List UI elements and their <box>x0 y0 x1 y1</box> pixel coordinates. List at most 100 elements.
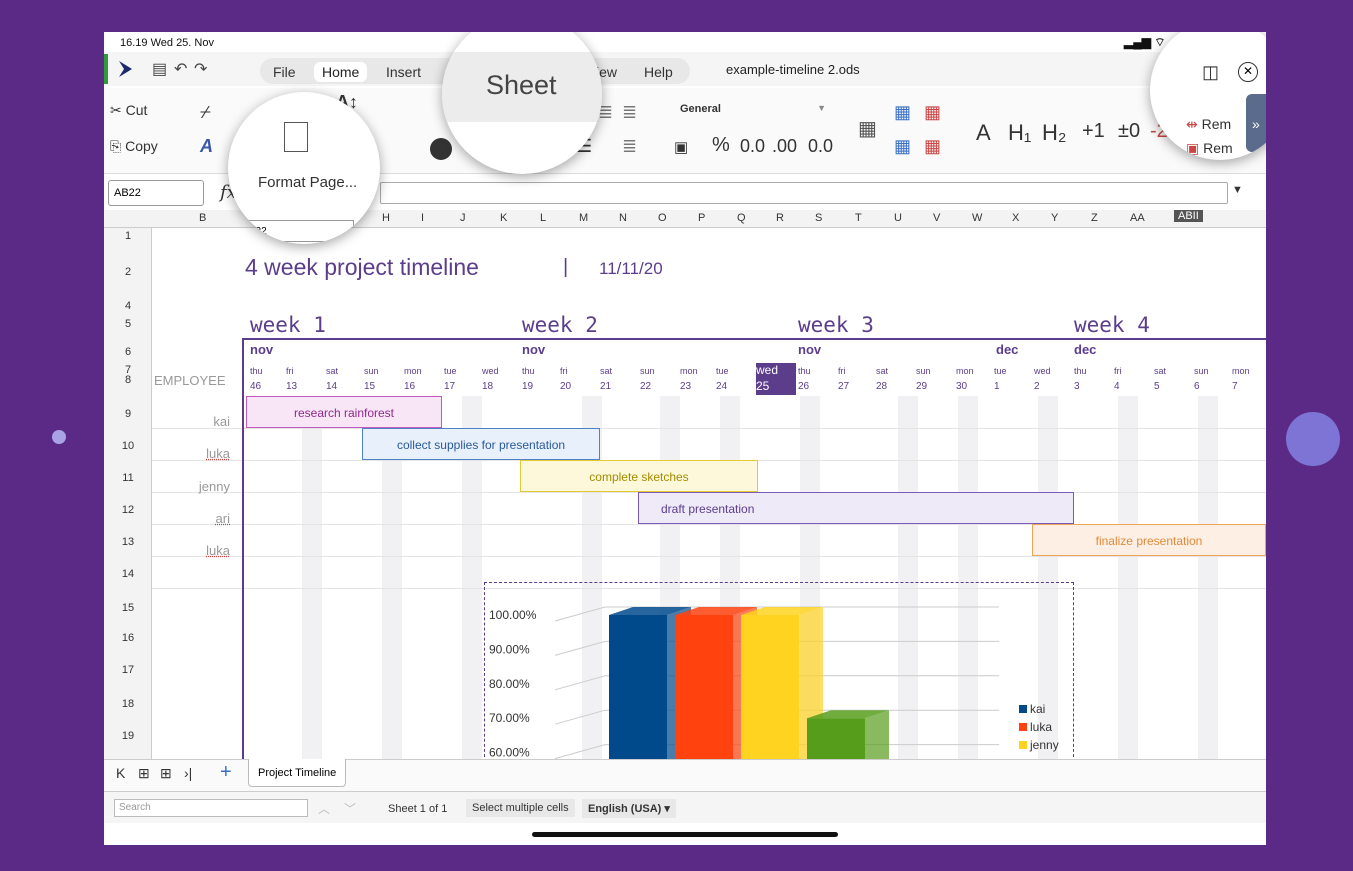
column-header[interactable]: W <box>972 212 982 224</box>
column-header[interactable]: T <box>855 212 862 224</box>
sidebar-toggle-icon[interactable]: ◫ <box>1202 62 1219 83</box>
bar-chart[interactable]: 100.00%90.00%80.00%70.00%60.00%50.00%kai… <box>484 582 1074 794</box>
column-header[interactable]: I <box>421 212 424 224</box>
row-header[interactable]: 2 <box>104 266 152 278</box>
column-header[interactable]: Y <box>1051 212 1058 224</box>
cut-button[interactable]: ✂ Cut <box>110 102 147 119</box>
delete-rows-icon[interactable]: ▦ <box>924 102 941 123</box>
number-format-dec1[interactable]: 0.0 <box>740 136 765 157</box>
row-header[interactable]: 14 <box>104 568 152 580</box>
selection-mode[interactable]: Select multiple cells <box>466 799 575 817</box>
column-header[interactable]: K <box>500 212 507 224</box>
row-header[interactable]: 13 <box>104 536 152 548</box>
menu-insert[interactable]: Insert <box>386 64 421 80</box>
row-header[interactable]: 10 <box>104 440 152 452</box>
menu-home[interactable]: Home <box>314 62 368 82</box>
task-bar[interactable]: collect supplies for presentation <box>362 428 600 460</box>
language-select[interactable]: English (USA) ▾ <box>582 799 676 818</box>
cell-shadow-icon[interactable] <box>430 138 452 160</box>
first-sheet-icon[interactable]: K <box>116 765 125 781</box>
search-next-icon[interactable]: ﹀ <box>344 800 356 817</box>
close-icon[interactable]: ✕ <box>1238 62 1258 82</box>
copy-button[interactable]: ⎘ Copy <box>110 138 158 155</box>
name-box[interactable]: AB22 <box>108 180 204 206</box>
column-header[interactable]: M <box>579 212 588 224</box>
heading1-button[interactable]: H₁ <box>1008 120 1031 146</box>
search-input[interactable]: Search <box>114 799 308 817</box>
column-header[interactable]: B <box>199 212 206 224</box>
number-format-select[interactable]: General ▼ <box>674 99 834 121</box>
remove-decimal-button[interactable]: 0.0 <box>808 136 833 157</box>
row-header[interactable]: 19 <box>104 730 152 742</box>
last-sheet-icon[interactable]: ›| <box>184 765 192 781</box>
font-color-icon[interactable]: A <box>200 136 213 157</box>
column-header[interactable]: S <box>815 212 822 224</box>
column-header[interactable]: J <box>460 212 466 224</box>
row-header[interactable]: 15 <box>104 602 152 614</box>
row-header[interactable]: 1 <box>104 230 152 242</box>
column-header[interactable]: H <box>382 212 390 224</box>
plus1-button[interactable]: +1 <box>1082 120 1105 143</box>
day-number: 28 <box>876 381 888 392</box>
save-icon[interactable]: ▤ <box>152 59 167 79</box>
heading2-button[interactable]: H₂ <box>1042 120 1066 146</box>
prev-sheet-icon[interactable]: ⊞ <box>138 765 150 782</box>
column-header[interactable]: U <box>894 212 902 224</box>
delete-cols-icon[interactable]: ▦ <box>924 136 941 157</box>
column-header[interactable]: N <box>619 212 627 224</box>
row-header[interactable]: 6 <box>104 346 152 358</box>
insert-cols-icon[interactable]: ▦ <box>894 136 911 157</box>
text-style-a-button[interactable]: A <box>976 120 991 146</box>
row-header[interactable]: 18 <box>104 698 152 710</box>
column-header[interactable]: R <box>776 212 784 224</box>
column-header[interactable]: X <box>1012 212 1019 224</box>
row-header[interactable]: 12 <box>104 504 152 516</box>
bar-ari[interactable] <box>807 710 889 783</box>
day-number: 2 <box>1034 381 1040 392</box>
format-page-button[interactable]: Format Page... <box>258 174 357 191</box>
add-sheet-icon[interactable]: + <box>220 761 232 784</box>
outdent-icon[interactable]: ≣ <box>622 102 637 123</box>
expand-sidebar-button[interactable]: » <box>1246 94 1266 152</box>
remove-button-2[interactable]: ▣ Rem <box>1186 140 1233 157</box>
column-header[interactable]: Q <box>737 212 746 224</box>
next-sheet-icon[interactable]: ⊞ <box>160 765 172 782</box>
sheet-icon[interactable]: ▦ <box>858 116 877 141</box>
row-header[interactable]: 11 <box>104 472 152 484</box>
row-header[interactable]: 16 <box>104 632 152 644</box>
sheet-tab[interactable]: Project Timeline <box>248 759 347 787</box>
task-bar[interactable]: finalize presentation <box>1032 524 1266 556</box>
menu-sheet[interactable]: Sheet <box>486 70 557 101</box>
column-header[interactable]: O <box>658 212 667 224</box>
wrap-icon[interactable]: ≣ <box>622 136 637 157</box>
column-header[interactable]: Z <box>1091 212 1098 224</box>
row-header[interactable]: 17 <box>104 664 152 676</box>
search-prev-icon[interactable]: ︿ <box>318 800 330 817</box>
pm0-button[interactable]: ±0 <box>1118 120 1140 143</box>
row-header[interactable]: 8 <box>104 374 152 386</box>
add-decimal-button[interactable]: .00 <box>772 136 797 157</box>
row-header[interactable]: 4 <box>104 300 152 312</box>
column-header[interactable]: P <box>698 212 705 224</box>
percent-button[interactable]: % <box>712 134 730 157</box>
expand-formula-icon[interactable]: ▼ <box>1232 184 1243 196</box>
column-header[interactable]: AA <box>1130 212 1145 224</box>
currency-icon[interactable]: ▣ <box>674 138 688 156</box>
column-header[interactable]: L <box>540 212 546 224</box>
task-bar[interactable]: research rainforest <box>246 396 442 428</box>
redo-icon[interactable]: ↷ <box>194 59 207 79</box>
device-dot-right <box>1286 412 1340 466</box>
menu-file[interactable]: File <box>273 64 296 80</box>
menu-help[interactable]: Help <box>644 64 673 80</box>
insert-rows-icon[interactable]: ▦ <box>894 102 911 123</box>
row-header[interactable]: 5 <box>104 318 152 330</box>
task-bar[interactable]: complete sketches <box>520 460 758 492</box>
formula-input[interactable] <box>380 182 1228 204</box>
task-bar[interactable]: draft presentation <box>638 492 1074 524</box>
row-header[interactable]: 9 <box>104 408 152 420</box>
clear-format-icon[interactable]: ⌿ <box>200 102 211 123</box>
remove-button-1[interactable]: ⇹ Rem <box>1186 116 1231 133</box>
undo-icon[interactable]: ↶ <box>174 59 187 79</box>
column-header[interactable]: V <box>933 212 940 224</box>
column-header[interactable]: ABII <box>1174 210 1203 222</box>
